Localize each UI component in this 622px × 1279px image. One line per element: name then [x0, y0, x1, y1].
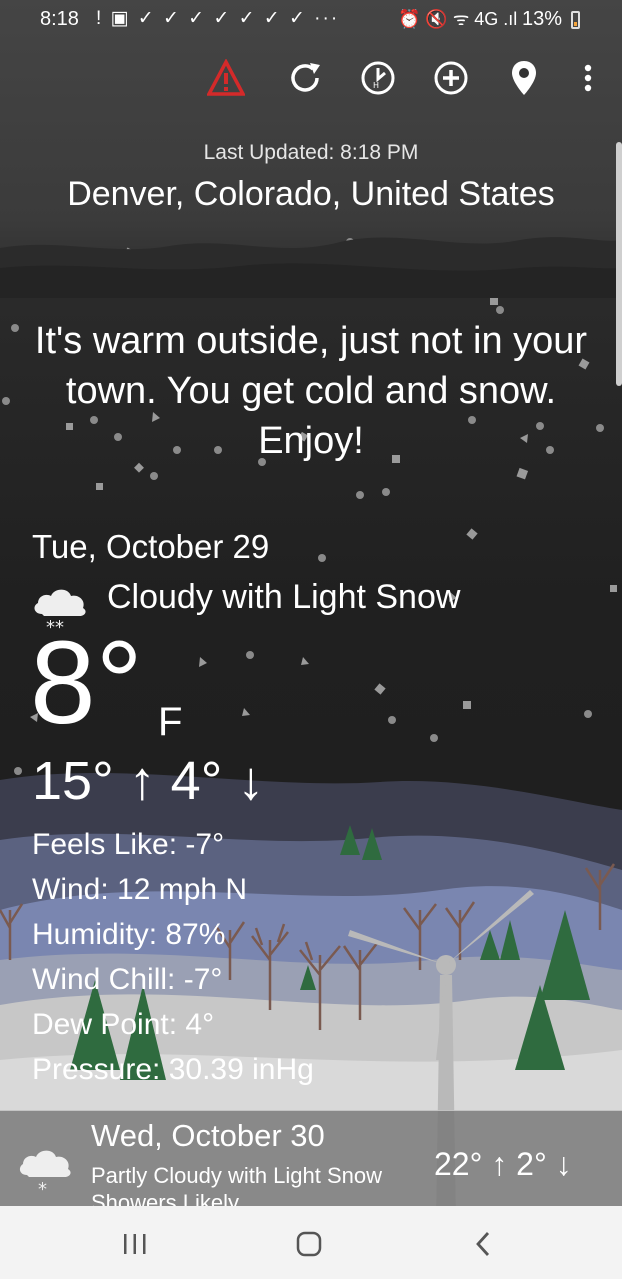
battery-percent: 13%	[522, 8, 563, 30]
current-date: Tue, October 29	[32, 528, 270, 565]
svg-text:H: H	[373, 81, 379, 90]
wind-chill: Wind Chill: -7°	[32, 963, 223, 996]
more-vert-icon[interactable]	[566, 56, 610, 100]
forecast-date: Wed, October 30	[91, 1118, 325, 1153]
pressure: Pressure: 30.39 inHg	[32, 1053, 314, 1086]
svg-text:*: *	[38, 1179, 47, 1197]
home-icon[interactable]	[284, 1224, 334, 1264]
location-title[interactable]: Denver, Colorado, United States	[0, 175, 622, 214]
weather-quote: It's warm outside, just not in your town…	[34, 320, 588, 462]
back-icon[interactable]	[458, 1224, 508, 1264]
forecast-high-low: 22° ↑ 2° ↓	[434, 1146, 572, 1182]
system-icons: ⏰ 🔇 ᯤ 4G .ıl	[398, 9, 518, 29]
add-location-icon[interactable]	[429, 56, 473, 100]
toolbar: H	[0, 56, 622, 104]
temperature-unit[interactable]: F	[158, 700, 182, 745]
scrollbar[interactable]	[616, 142, 622, 386]
location-pin-icon[interactable]	[502, 56, 546, 100]
wind: Wind: 12 mph N	[32, 873, 248, 906]
last-updated-text: Last Updated: 8:18 PM	[203, 141, 419, 164]
dew-point: Dew Point: 4°	[32, 1008, 215, 1041]
battery-icon	[571, 11, 580, 29]
refresh-icon[interactable]	[283, 56, 327, 100]
forecast-row[interactable]: * Wed, October 30 Partly Cloudy with Lig…	[0, 1110, 622, 1207]
humidity: Humidity: 87%	[32, 918, 226, 951]
forecast-condition: Partly Cloudy with Light Snow Showers Li…	[91, 1163, 383, 1207]
alert-icon[interactable]	[204, 56, 248, 100]
navigation-bar	[0, 1206, 622, 1279]
mountain-silhouette	[0, 237, 622, 298]
status-time: 8:18	[40, 8, 79, 30]
today-high-low: 15° ↑ 4° ↓	[32, 751, 265, 811]
weather-screen: 8:18 ! ▣ ✓ ✓ ✓ ✓ ✓ ✓ ✓ ··· ⏰ 🔇 ᯤ 4G .ıl …	[0, 0, 622, 1279]
current-condition: Cloudy with Light Snow	[107, 578, 461, 616]
notification-icons: ! ▣ ✓ ✓ ✓ ✓ ✓ ✓ ✓ ···	[96, 8, 340, 29]
current-temperature: 8°	[30, 617, 143, 749]
recent-apps-icon[interactable]	[110, 1224, 160, 1264]
feels-like: Feels Like: -7°	[32, 828, 225, 861]
history-icon[interactable]: H	[356, 56, 400, 100]
status-bar: 8:18 ! ▣ ✓ ✓ ✓ ✓ ✓ ✓ ✓ ··· ⏰ 🔇 ᯤ 4G .ıl …	[0, 0, 622, 38]
weather-details: Feels Like: -7° Wind: 12 mph N Humidity:…	[32, 822, 314, 1092]
cloud-snow-icon: *	[16, 1141, 74, 1200]
